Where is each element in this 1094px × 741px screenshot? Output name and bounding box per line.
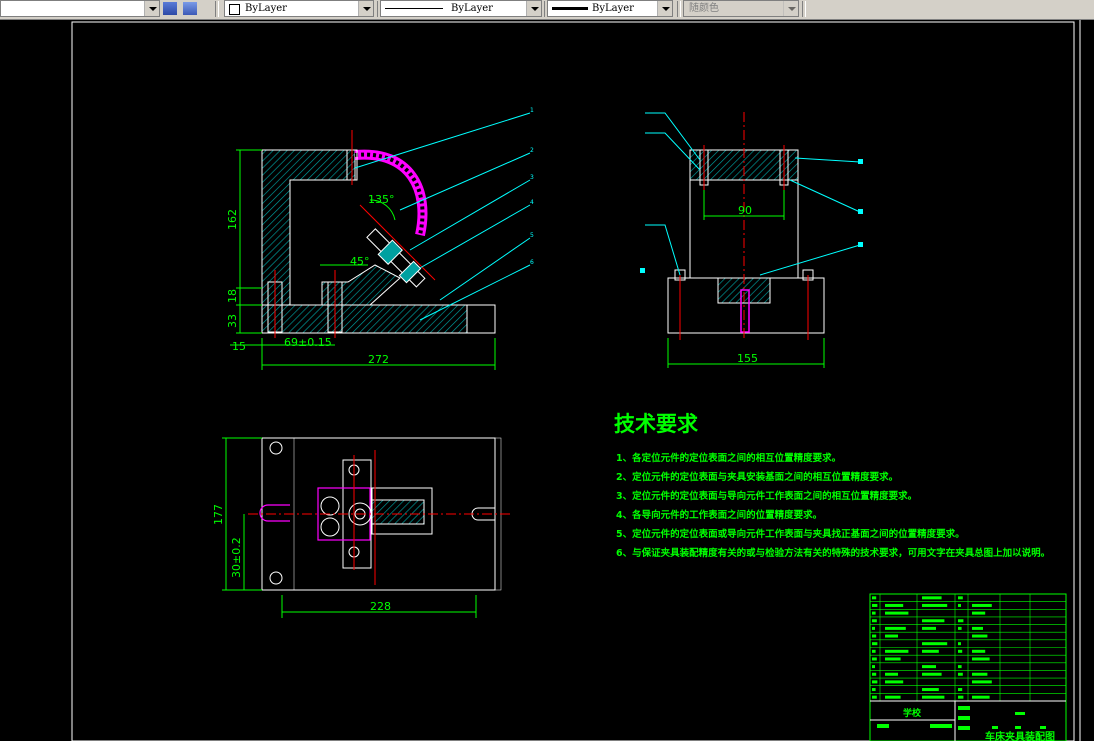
dim-33: 33: [226, 314, 239, 328]
chevron-down-icon[interactable]: [144, 1, 159, 16]
svg-text:2: 2: [530, 147, 534, 154]
tech-note-1: 1、各定位元件的定位表面之间的相互位置精度要求。: [616, 452, 841, 464]
tech-title: 技术要求: [614, 412, 698, 436]
side-view: 90 155: [640, 112, 863, 368]
svg-text:3: 3: [530, 174, 534, 181]
chevron-down-icon: [783, 1, 798, 16]
tech-note-4: 4、各导向元件的工作表面之间的位置精度要求。: [616, 509, 822, 521]
school-label: 学校: [903, 707, 922, 719]
chevron-down-icon[interactable]: [657, 1, 672, 16]
part-number-labels: 1 2 3 4 5 6: [530, 107, 534, 266]
lineweight-label: ByLayer: [592, 3, 634, 14]
angled-support: [321, 264, 401, 306]
base-plate: [261, 304, 468, 334]
plotstyle-label: 随颜色: [689, 3, 719, 14]
svg-text:6: 6: [530, 259, 534, 266]
color-label: ByLayer: [245, 3, 287, 14]
dim-69: 69±0.15: [284, 336, 332, 349]
front-view: 1 2 3 4 5 6 162 18 33 15 69±0.15 272 135° 45…: [226, 107, 534, 370]
layer-states-icon[interactable]: [163, 2, 177, 15]
dim-30: 30±0.2: [230, 537, 243, 578]
locating-pin: [320, 496, 340, 516]
dim-top-height: 177: [212, 504, 225, 525]
dim-angle-135: 135°: [368, 193, 395, 206]
tech-note-5: 5、定位元件的定位表面或导向元件工作表面与夹具找正基面之间的位置精度要求。: [616, 528, 965, 540]
toolbar-separator: [215, 1, 219, 17]
mount-hole: [269, 441, 283, 455]
dim-side-width: 155: [737, 352, 758, 365]
lineweight-dropdown[interactable]: ByLayer: [547, 0, 673, 17]
properties-toolbar: ByLayer ByLayer ByLayer 随颜色: [0, 0, 1094, 20]
slot-bolt: [259, 504, 290, 522]
dim-15: 15: [232, 340, 246, 353]
svg-text:5: 5: [530, 232, 534, 239]
technical-requirements: 技术要求 1、各定位元件的定位表面之间的相互位置精度要求。 2、定位元件的定位表…: [614, 412, 1050, 559]
top-view: 177 30±0.2 228: [212, 437, 510, 618]
plotstyle-dropdown[interactable]: 随颜色: [683, 0, 799, 17]
title-block: 学校 车床夹具装配图: [869, 593, 1067, 741]
base-plate-end: [466, 304, 496, 334]
color-swatch: [229, 4, 240, 15]
color-dropdown[interactable]: ByLayer: [224, 0, 374, 17]
toolbar-separator: [677, 1, 681, 17]
dim-18: 18: [226, 289, 239, 303]
chevron-down-icon[interactable]: [358, 1, 373, 16]
linetype-preview: [385, 8, 443, 9]
drawing-frame: [71, 20, 1081, 741]
svg-text:4: 4: [530, 199, 534, 206]
mount-hole: [269, 571, 283, 585]
dim-angle-45: 45°: [350, 255, 370, 268]
svg-text:1: 1: [530, 107, 534, 114]
linetype-label: ByLayer: [451, 3, 493, 14]
slider-insert: [371, 499, 425, 525]
dim-width: 272: [368, 353, 389, 366]
tech-note-6: 6、与保证夹具装配精度有关的或与检验方法有关的特殊的技术要求，可用文字在夹具总图…: [616, 547, 1050, 559]
tech-note-3: 3、定位元件的定位表面与导向元件工作表面之间的相互位置精度要求。: [616, 490, 917, 502]
tech-note-2: 2、定位元件的定位表面与夹具安装基面之间的相互位置精度要求。: [616, 471, 898, 483]
top-dimension-lines: [222, 437, 477, 618]
drawing-canvas[interactable]: 1 2 3 4 5 6 162 18 33 15 69±0.15 272 135° 45…: [0, 20, 1094, 741]
linetype-dropdown[interactable]: ByLayer: [380, 0, 542, 17]
layer-previous-icon[interactable]: [183, 2, 197, 15]
locating-pin: [320, 517, 340, 537]
lineweight-preview: [552, 7, 588, 10]
toolbar-separator: [802, 1, 806, 17]
side-leader-lines: [645, 112, 861, 276]
layer-dropdown[interactable]: [0, 0, 160, 17]
dim-90: 90: [738, 204, 752, 217]
drawing-name: 车床夹具装配图: [985, 730, 1055, 741]
dim-top-width: 228: [370, 600, 391, 613]
parts-list-grid: [870, 594, 1066, 701]
top-dimension-text: 177 30±0.2 228: [212, 504, 391, 613]
dim-height: 162: [226, 209, 239, 230]
chevron-down-icon[interactable]: [526, 1, 541, 16]
